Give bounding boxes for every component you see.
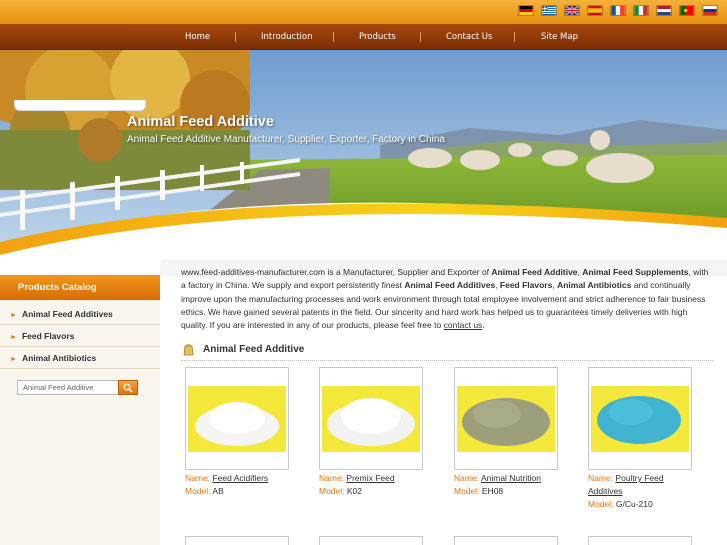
catalog-item-label: Animal Antibiotics: [21, 353, 97, 363]
product-card[interactable]: Name: Premix Feed Model: K02: [319, 367, 423, 498]
intro-keyword: Feed Flavors: [499, 280, 553, 291]
product-card-partial[interactable]: [185, 536, 289, 545]
product-model-label: Model:: [454, 486, 480, 496]
search-button[interactable]: [118, 380, 138, 395]
product-name-label: Name:: [319, 473, 345, 483]
language-flags: [518, 5, 718, 16]
germany-flag-icon[interactable]: [518, 5, 534, 16]
product-model-label: Model:: [588, 499, 614, 509]
portugal-flag-icon[interactable]: [679, 5, 695, 16]
nav-products[interactable]: Products: [359, 24, 396, 50]
intro-keyword: Animal Feed Supplements: [582, 267, 689, 277]
arrow-right-icon: ►: [10, 312, 17, 319]
product-model: K02: [346, 486, 363, 496]
intro-paragraph: www.feed-additives-manufacturer.com is a…: [181, 266, 711, 332]
banner-title: Animal Feed Additive: [127, 114, 274, 130]
section-title: Animal Feed Additive: [203, 344, 305, 355]
intro-keyword: Animal Feed Additive: [491, 267, 578, 277]
intro-site-url: www.feed-additives-manufacturer.com: [181, 267, 326, 277]
product-name-label: Name:: [454, 473, 480, 483]
intro-text: is a Manufacturer, Supplier and Exporter…: [325, 267, 492, 277]
arrow-right-icon: ►: [10, 356, 17, 363]
farm-landscape-image: [0, 50, 727, 275]
product-card-partial[interactable]: [588, 536, 692, 545]
product-card[interactable]: Name: Animal Nutrition Model: EH08: [454, 367, 558, 498]
main-nav: Home Introduction Products Contact Us Si…: [0, 24, 727, 50]
product-name-label: Name:: [588, 473, 614, 483]
nav-site-map[interactable]: Site Map: [541, 24, 578, 50]
intro-text: .: [482, 320, 485, 331]
product-model: G/Cu-210: [615, 499, 653, 509]
product-model-label: Model:: [185, 486, 211, 496]
product-name-label: Name:: [185, 473, 211, 483]
contact-us-link[interactable]: contact us: [444, 320, 483, 330]
top-bar: [0, 0, 727, 24]
product-card[interactable]: Name: Feed Acidifiers Model: AB: [185, 367, 289, 498]
search-input[interactable]: [17, 380, 119, 395]
nav-divider: [420, 32, 421, 42]
catalog-item-animal-antibiotics[interactable]: ► Animal Antibiotics: [0, 347, 160, 369]
section-divider: [181, 360, 713, 361]
nav-introduction[interactable]: Introduction: [261, 24, 312, 50]
product-model: AB: [212, 486, 224, 496]
products-catalog-heading: Products Catalog: [0, 275, 160, 300]
russia-flag-icon[interactable]: [702, 5, 718, 16]
product-image-frame[interactable]: [319, 367, 423, 470]
product-name-link[interactable]: Premix Feed: [346, 473, 394, 483]
product-card[interactable]: Name: Poultry Feed Additives Model: G/Cu…: [588, 367, 692, 511]
greece-flag-icon[interactable]: [541, 5, 557, 16]
product-name-link[interactable]: Animal Nutrition: [481, 473, 541, 483]
intro-keyword: Animal Feed Additives: [404, 280, 496, 291]
banner-tab: [14, 100, 146, 111]
search-box: [17, 380, 138, 395]
product-image: [322, 386, 420, 452]
uk-flag-icon[interactable]: [564, 5, 580, 16]
product-image-frame[interactable]: [454, 367, 558, 470]
product-model-label: Model:: [319, 486, 345, 496]
spain-flag-icon[interactable]: [587, 5, 603, 16]
banner-subtitle: Animal Feed Additive Manufacturer, Suppl…: [127, 134, 445, 145]
feed-bag-icon: [183, 344, 194, 356]
product-meta: Name: Poultry Feed Additives Model: G/Cu…: [588, 472, 692, 511]
italy-flag-icon[interactable]: [633, 5, 649, 16]
nav-home[interactable]: Home: [185, 24, 210, 50]
product-card-partial[interactable]: [454, 536, 558, 545]
product-meta: Name: Animal Nutrition Model: EH08: [454, 472, 558, 498]
netherlands-flag-icon[interactable]: [656, 5, 672, 16]
product-image-frame[interactable]: [588, 367, 692, 470]
search-icon: [123, 383, 133, 393]
product-image: [188, 386, 286, 452]
nav-divider: [333, 32, 334, 42]
product-meta: Name: Feed Acidifiers Model: AB: [185, 472, 289, 498]
product-card-partial[interactable]: [319, 536, 423, 545]
product-image: [457, 386, 555, 452]
hero-banner: Animal Feed Additive Animal Feed Additiv…: [0, 50, 727, 275]
catalog-item-feed-flavors[interactable]: ► Feed Flavors: [0, 325, 160, 347]
product-image-frame[interactable]: [185, 367, 289, 470]
nav-divider: [514, 32, 515, 42]
intro-keyword: Animal Antibiotics: [557, 280, 632, 291]
nav-contact-us[interactable]: Contact Us: [446, 24, 492, 50]
product-meta: Name: Premix Feed Model: K02: [319, 472, 423, 498]
product-image: [591, 386, 689, 452]
arrow-right-icon: ►: [10, 334, 17, 341]
product-name-link[interactable]: Feed Acidifiers: [212, 473, 268, 483]
catalog-item-animal-feed-additives[interactable]: ► Animal Feed Additives: [0, 303, 160, 325]
catalog-item-label: Feed Flavors: [21, 331, 75, 341]
catalog-item-label: Animal Feed Additives: [21, 309, 113, 319]
nav-divider: [235, 32, 236, 42]
product-model: EH08: [481, 486, 504, 496]
france-flag-icon[interactable]: [610, 5, 626, 16]
